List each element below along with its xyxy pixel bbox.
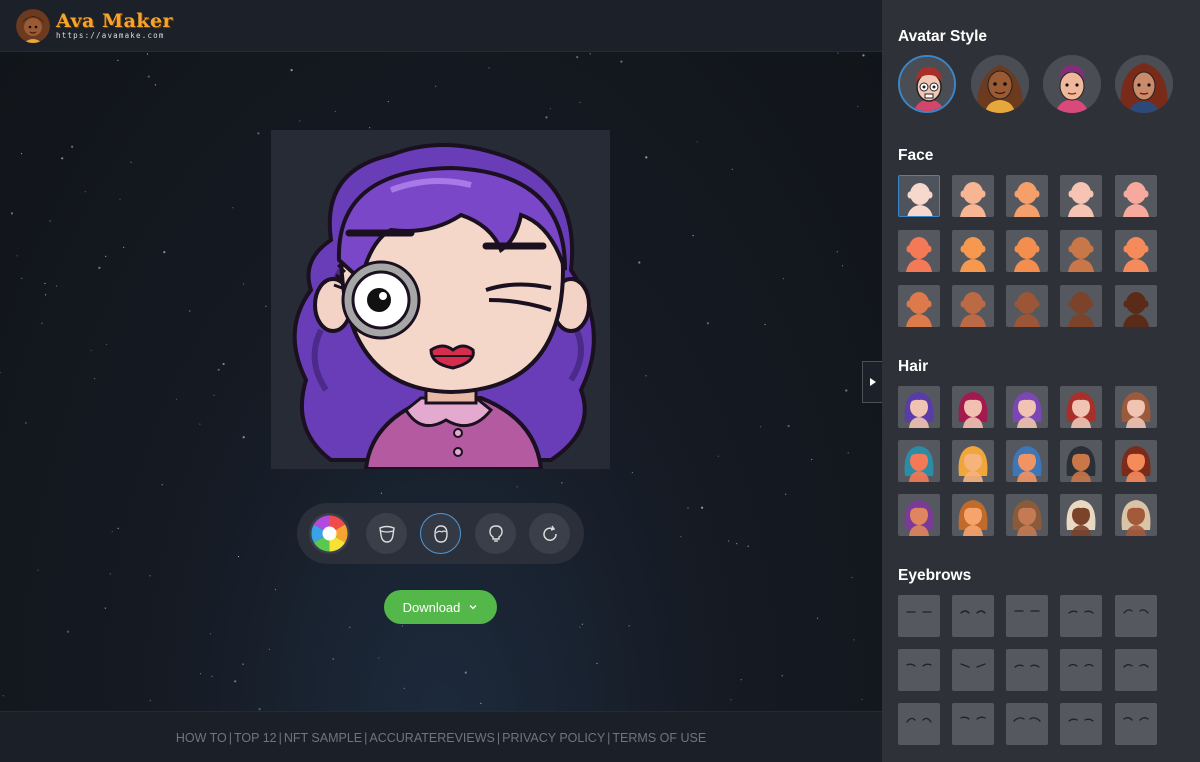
- hair-style-option[interactable]: [898, 386, 940, 428]
- face-skin-option[interactable]: [1060, 230, 1102, 272]
- hair-style-option[interactable]: [898, 440, 940, 482]
- reset-button[interactable]: [529, 513, 570, 554]
- hair-style-option[interactable]: [1060, 386, 1102, 428]
- eyebrow-option[interactable]: [1115, 595, 1157, 637]
- download-button[interactable]: Download: [384, 590, 497, 624]
- caret-right-icon: [869, 378, 876, 386]
- footer-link-nft-sample[interactable]: NFT SAMPLE: [284, 731, 362, 745]
- eyebrow-option[interactable]: [1060, 595, 1102, 637]
- avatar-style-option[interactable]: [1043, 55, 1101, 113]
- hair-button[interactable]: [420, 513, 461, 554]
- face-skin-option[interactable]: [1115, 230, 1157, 272]
- top-bar: Ava Maker https://avamake.com: [0, 0, 882, 52]
- face-skin-option[interactable]: [1115, 285, 1157, 327]
- editor-toolbar: [297, 503, 584, 564]
- footer-links: HOW TO | TOP 12 | NFT SAMPLE | ACCURATEREVIEWS…: [0, 731, 882, 745]
- hair-style-option[interactable]: [952, 440, 994, 482]
- eyebrow-option[interactable]: [1006, 649, 1048, 691]
- logo-avatar-icon: [16, 9, 50, 43]
- face-skin-option[interactable]: [952, 175, 994, 217]
- eyebrow-option[interactable]: [952, 595, 994, 637]
- eyebrow-option[interactable]: [952, 649, 994, 691]
- face-skin-option[interactable]: [898, 285, 940, 327]
- hair-style-option[interactable]: [1115, 386, 1157, 428]
- collapse-panel-button[interactable]: [862, 361, 882, 403]
- avatar-style-option[interactable]: [1115, 55, 1173, 113]
- face-skin-option[interactable]: [1006, 175, 1048, 217]
- logo[interactable]: Ava Maker https://avamake.com: [16, 9, 173, 43]
- color-wheel-icon: [311, 515, 348, 552]
- eyebrow-option[interactable]: [1060, 649, 1102, 691]
- avatar-style-option[interactable]: [971, 55, 1029, 113]
- eyebrow-option[interactable]: [1060, 703, 1102, 745]
- avatar-stage: Ava Maker https://avamake.com Download H…: [0, 0, 882, 762]
- customization-panel: Avatar Style Face Hair Eyebrows: [882, 0, 1200, 762]
- hair-title: Hair: [898, 358, 929, 375]
- footer: HOW TO | TOP 12 | NFT SAMPLE | ACCURATEREVIEWS…: [0, 711, 882, 762]
- face-skin-option[interactable]: [898, 175, 940, 217]
- face-shape-button[interactable]: [366, 513, 407, 554]
- face-skin-option[interactable]: [952, 285, 994, 327]
- footer-separator: |: [228, 731, 232, 745]
- face-skin-option[interactable]: [1006, 285, 1048, 327]
- avatar-preview: [271, 130, 610, 469]
- face-title: Face: [898, 147, 934, 164]
- eyebrow-option[interactable]: [1115, 649, 1157, 691]
- chevron-down-icon: [469, 605, 477, 610]
- face-shape-icon: [378, 525, 395, 543]
- footer-link-terms-of-use[interactable]: TERMS OF USE: [612, 731, 706, 745]
- face-skin-option[interactable]: [1006, 230, 1048, 272]
- head-icon: [433, 524, 448, 543]
- face-skin-option[interactable]: [1060, 285, 1102, 327]
- hair-style-option[interactable]: [1006, 494, 1048, 536]
- eyebrow-option[interactable]: [898, 595, 940, 637]
- eyebrow-option[interactable]: [898, 703, 940, 745]
- footer-link-privacy-policy[interactable]: PRIVACY POLICY: [502, 731, 605, 745]
- hair-style-option[interactable]: [1060, 494, 1102, 536]
- hair-style-option[interactable]: [1115, 494, 1157, 536]
- face-skin-option[interactable]: [952, 230, 994, 272]
- footer-separator: |: [278, 731, 282, 745]
- eyebrow-option[interactable]: [1115, 703, 1157, 745]
- footer-link-top-12[interactable]: TOP 12: [234, 731, 277, 745]
- hair-style-option[interactable]: [898, 494, 940, 536]
- refresh-icon: [542, 525, 557, 541]
- eyebrow-option[interactable]: [898, 649, 940, 691]
- hair-style-option[interactable]: [1006, 440, 1048, 482]
- hair-style-option[interactable]: [1115, 440, 1157, 482]
- download-label: Download: [402, 599, 461, 615]
- logo-title: Ava Maker: [56, 10, 174, 33]
- footer-separator: |: [364, 731, 368, 745]
- eyebrow-option[interactable]: [1006, 595, 1048, 637]
- color-wheel-button[interactable]: [309, 513, 350, 554]
- eyebrow-option[interactable]: [1006, 703, 1048, 745]
- footer-link-how-to[interactable]: HOW TO: [176, 731, 227, 745]
- hair-style-option[interactable]: [1006, 386, 1048, 428]
- hair-style-option[interactable]: [952, 494, 994, 536]
- avatar-style-option[interactable]: [898, 55, 956, 113]
- eyebrows-title: Eyebrows: [898, 567, 972, 584]
- avatar-illustration: [292, 143, 596, 469]
- face-skin-option[interactable]: [1060, 175, 1102, 217]
- eyebrow-option[interactable]: [952, 703, 994, 745]
- footer-link-accuratereviews[interactable]: ACCURATEREVIEWS: [369, 731, 494, 745]
- avatar-style-title: Avatar Style: [898, 28, 988, 45]
- face-skin-option[interactable]: [1115, 175, 1157, 217]
- footer-separator: |: [496, 731, 501, 745]
- idea-button[interactable]: [475, 513, 516, 554]
- hair-style-option[interactable]: [952, 386, 994, 428]
- logo-url: https://avamake.com: [56, 31, 165, 41]
- lightbulb-icon: [488, 524, 503, 542]
- hair-style-option[interactable]: [1060, 440, 1102, 482]
- face-skin-option[interactable]: [898, 230, 940, 272]
- footer-separator: |: [607, 731, 611, 745]
